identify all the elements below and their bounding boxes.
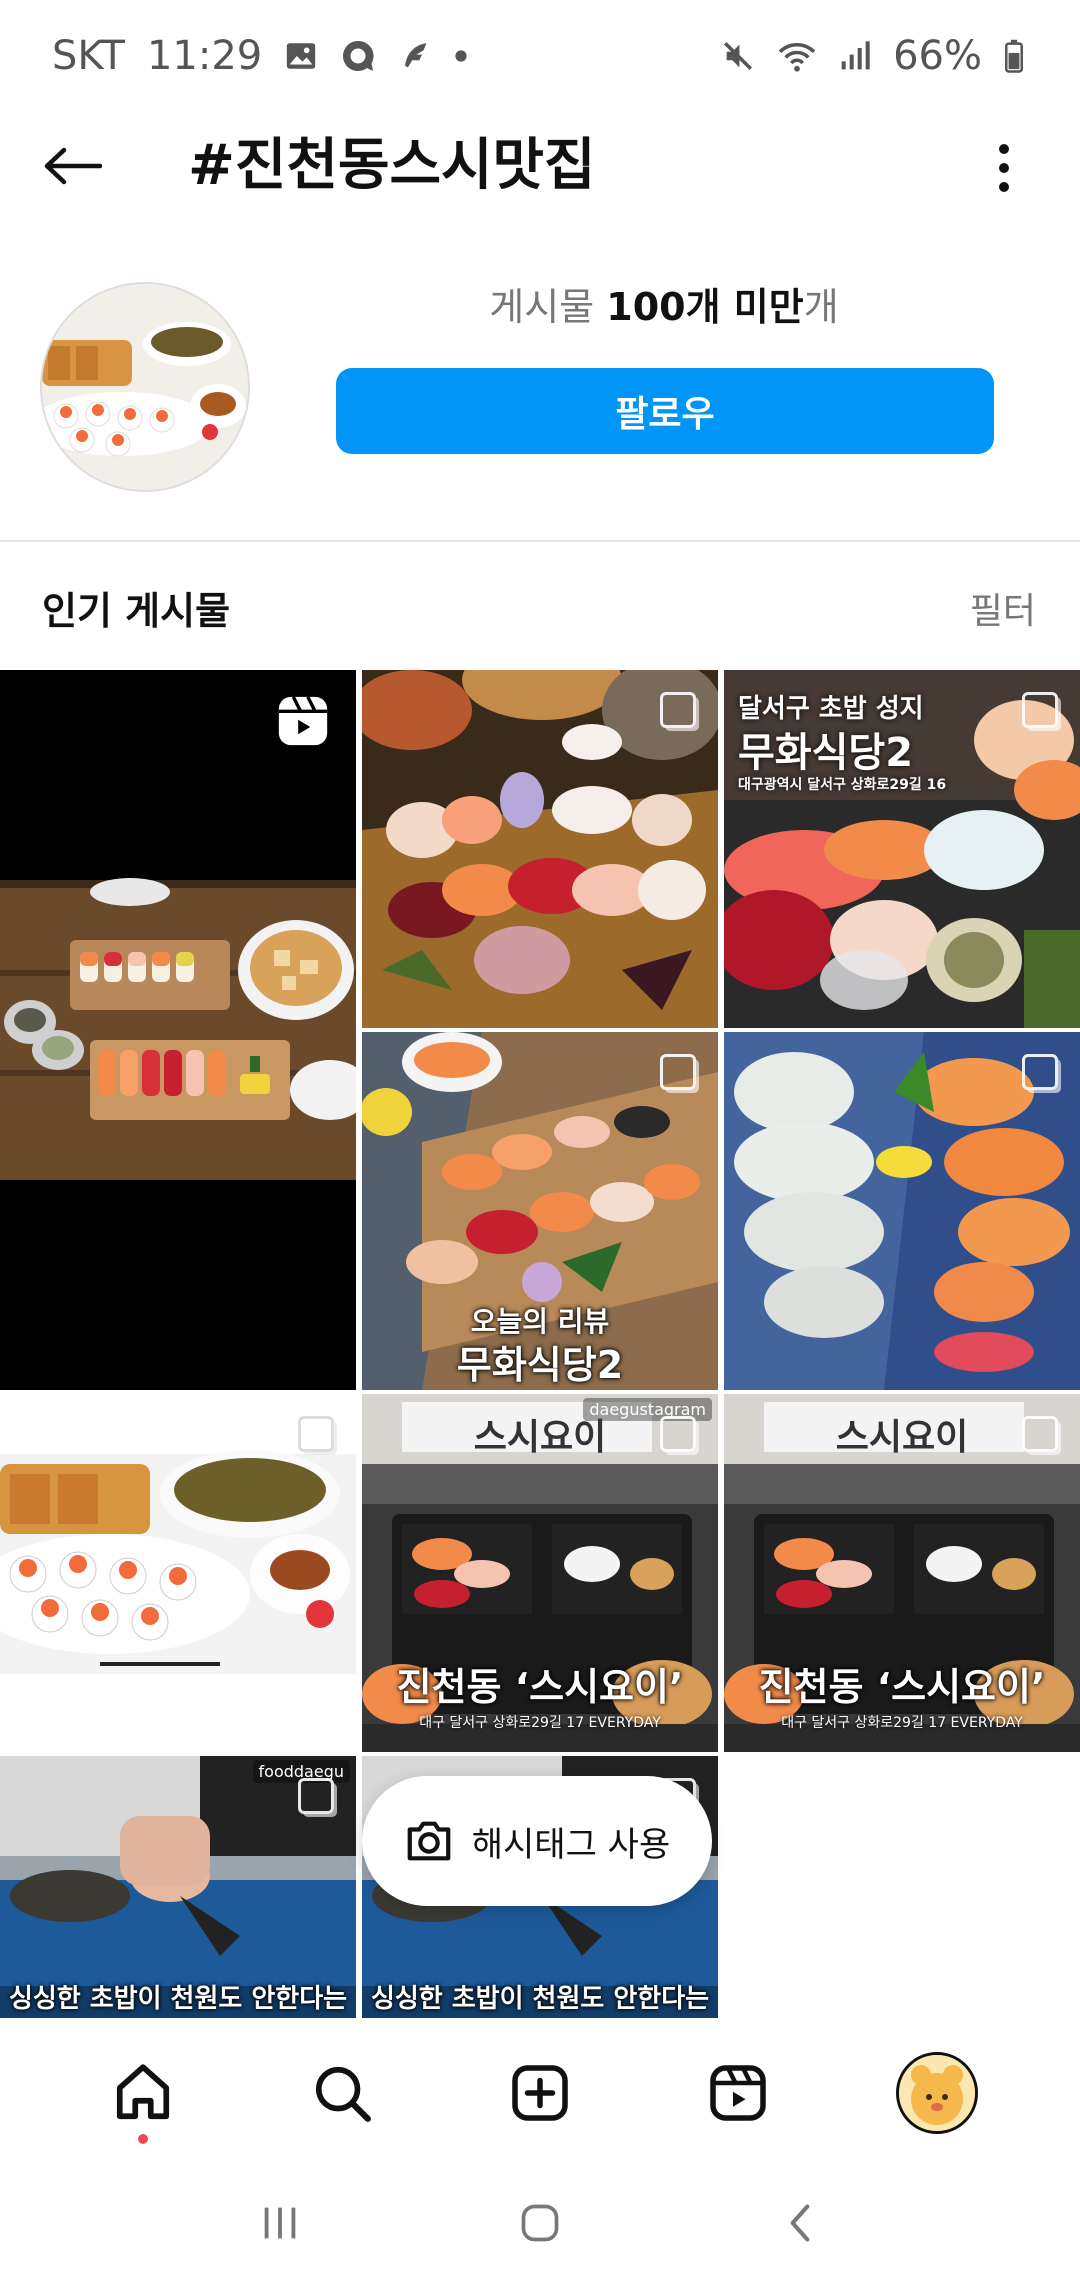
arrow-left-icon [44, 147, 102, 185]
bottom-navigation [0, 2020, 1080, 2166]
post-tile[interactable] [724, 1032, 1080, 1390]
post-caption-title: 싱싱한 초밥이 천원도 안한다는 [8, 1984, 348, 2014]
hashtag-profile: 게시물 100개 미만개 팔로우 [0, 220, 1080, 540]
nav-create[interactable] [495, 2048, 585, 2138]
reels-icon [710, 2065, 767, 2121]
top-posts-header: 인기 게시물 필터 [0, 560, 1080, 650]
search-icon [315, 2066, 371, 2122]
back-chevron-icon [790, 2204, 810, 2242]
clock: 11:29 [146, 33, 263, 79]
back-button[interactable] [36, 134, 108, 198]
more-options-button[interactable] [988, 136, 1020, 200]
chat-icon [340, 38, 376, 74]
nav-reels[interactable] [693, 2048, 783, 2138]
nav-home[interactable] [98, 2048, 188, 2144]
multiple-posts-icon [1022, 692, 1058, 728]
home-icon [117, 2064, 170, 2120]
gallery-icon [284, 39, 318, 73]
reels-icon [278, 696, 328, 746]
more-vertical-icon [999, 144, 1009, 192]
carrier-label: SKT [52, 33, 125, 79]
signal-icon [839, 39, 871, 73]
home-button-icon [521, 2204, 559, 2242]
back-button-system[interactable] [760, 2183, 840, 2263]
multiple-posts-icon [298, 1778, 334, 1814]
post-tile[interactable]: 스시요이 진천동 ‘스시요이’ 대구 달서구 상화로29길 17 EVERYDA… [724, 1394, 1080, 1752]
mute-icon [721, 39, 755, 73]
post-tile[interactable]: fooddaegu 싱싱한 초밥이 천원도 안한다는 [0, 1756, 356, 2018]
status-left: SKT 11:29 [52, 33, 468, 79]
create-post-icon [512, 2065, 568, 2121]
post-count: 게시물 100개 미만개 [336, 276, 992, 331]
feather-icon [398, 39, 432, 73]
use-hashtag-label: 해시태그 사용 [471, 1824, 671, 1865]
filter-button[interactable]: 필터 [970, 582, 1036, 634]
recent-apps-icon [264, 2207, 296, 2239]
post-caption-title: 싱싱한 초밥이 천원도 안한다는 [370, 1984, 710, 2014]
post-tile[interactable] [362, 670, 718, 1028]
divider [0, 540, 1080, 542]
post-caption-title: 무화식당2 [738, 730, 914, 776]
multiple-posts-icon [660, 1054, 696, 1090]
post-caption-sub: 대구 달서구 상화로29길 17 EVERYDAY [419, 1715, 661, 1731]
profile-avatar [895, 2052, 978, 2134]
posts-suffix: 개 [803, 285, 839, 329]
multiple-posts-icon [1022, 1416, 1058, 1452]
battery-icon [1004, 39, 1024, 73]
hashtag-avatar [40, 282, 250, 492]
multiple-posts-icon [660, 692, 696, 728]
app-header: #진천동스시맛집 [0, 112, 1080, 220]
post-tile[interactable]: 오늘의 리뷰 무화식당2 [362, 1032, 718, 1390]
post-tile[interactable]: daegustagram 스시요이 진천동 ‘스시요이’ 대구 달서구 상화로2… [362, 1394, 718, 1752]
post-caption-title: 무화식당2 [456, 1343, 624, 1387]
posts-count-value: 100개 미만 [606, 285, 804, 329]
posts-label: 게시물 [489, 285, 595, 329]
post-caption-sub: 대구광역시 달서구 상화로29길 16 [738, 777, 947, 793]
camera-icon [407, 1821, 451, 1861]
use-hashtag-button[interactable]: 해시태그 사용 [362, 1776, 712, 1906]
post-tile[interactable]: 달서구 초밥 성지 무화식당2 대구광역시 달서구 상화로29길 16 [724, 670, 1080, 1028]
post-tile-reel[interactable] [0, 670, 356, 1390]
wifi-icon [777, 39, 817, 73]
status-bar: SKT 11:29 66% [0, 0, 1080, 112]
nav-search[interactable] [297, 2048, 387, 2138]
post-caption-title: 진천동 ‘스시요이’ [758, 1665, 1046, 1709]
post-caption-sub: 대구 달서구 상화로29길 17 EVERYDAY [781, 1715, 1023, 1731]
system-navigation [0, 2166, 1080, 2280]
status-right: 66% [721, 33, 1024, 79]
follow-button[interactable]: 팔로우 [336, 368, 994, 454]
notification-dot [138, 2134, 149, 2144]
hashtag-title: #진천동스시맛집 [188, 133, 596, 198]
dot-icon [454, 49, 468, 63]
post-caption-title: 진천동 ‘스시요이’ [396, 1665, 684, 1709]
post-tile[interactable] [0, 1394, 356, 1752]
section-title: 인기 게시물 [42, 589, 231, 633]
recent-apps-button[interactable] [240, 2183, 320, 2263]
multiple-posts-icon [1022, 1054, 1058, 1090]
multiple-posts-icon [298, 1416, 334, 1452]
multiple-posts-icon [660, 1416, 696, 1452]
battery-percent: 66% [893, 33, 982, 79]
nav-profile[interactable] [892, 2048, 982, 2138]
home-button[interactable] [500, 2183, 580, 2263]
